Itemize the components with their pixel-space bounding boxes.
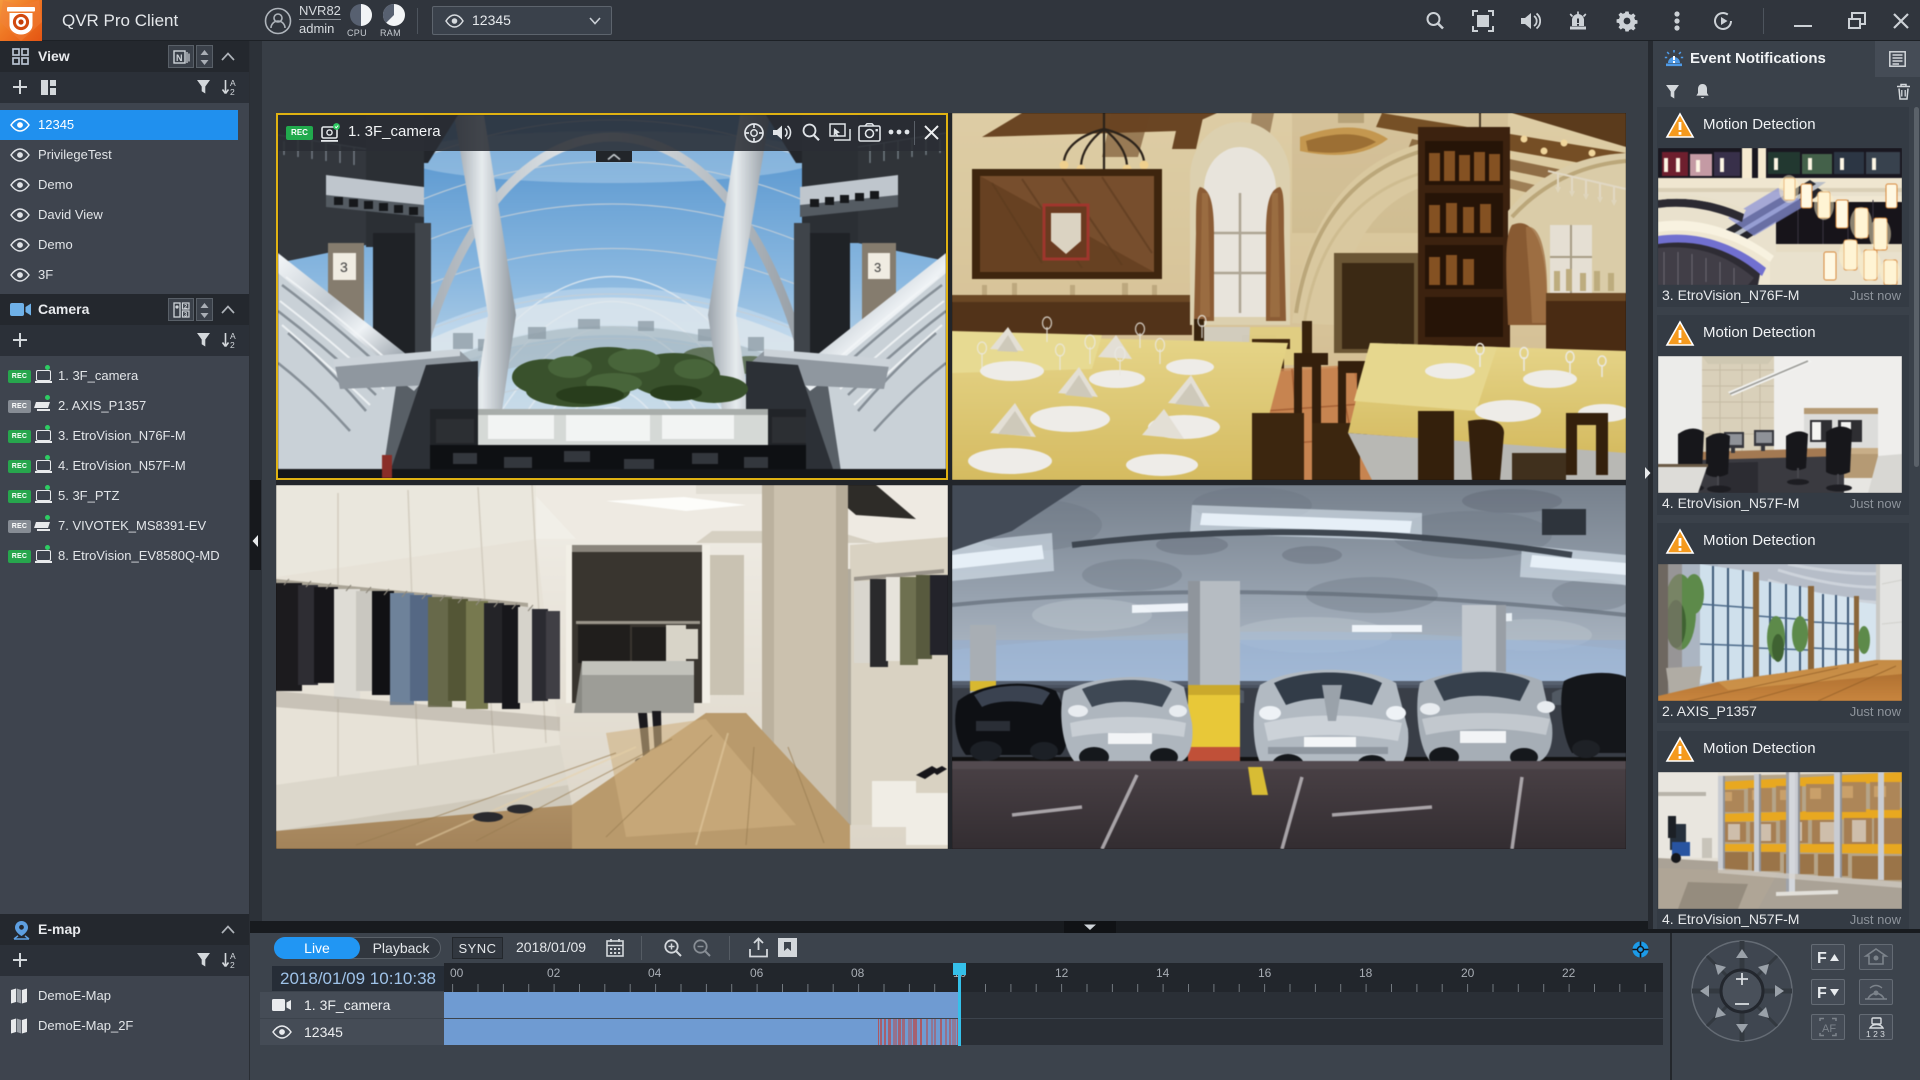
svg-text:F: F — [1817, 950, 1827, 967]
svg-text:1 2 3: 1 2 3 — [1866, 1029, 1885, 1039]
svg-text:F: F — [1817, 985, 1827, 1002]
svg-text:2: 2 — [184, 305, 188, 311]
svg-text:2: 2 — [230, 960, 235, 969]
svg-text:AF: AF — [1822, 1023, 1836, 1035]
svg-text:3: 3 — [874, 260, 881, 275]
svg-text:2: 2 — [230, 340, 235, 349]
svg-text:3: 3 — [340, 259, 348, 275]
svg-text:2: 2 — [230, 87, 235, 96]
svg-text:N: N — [176, 53, 183, 63]
